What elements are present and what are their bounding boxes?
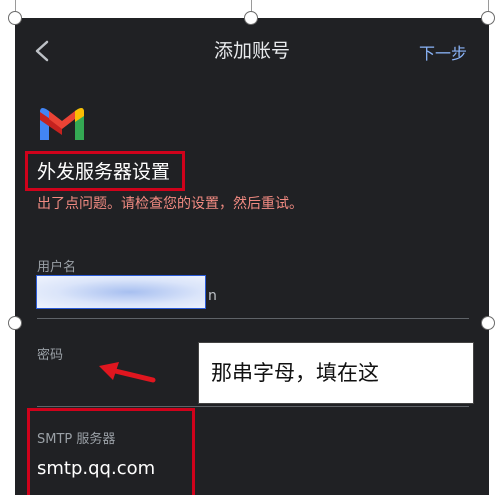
username-label: 用户名 — [37, 260, 77, 275]
phone-screen: 添加账号 下一步 外发服务器设置 出了点问题。请检查您的设置，然后重试。 用户名… — [15, 18, 489, 495]
smtp-server-label: SMTP 服务器 — [37, 432, 116, 447]
gmail-logo-icon — [40, 108, 84, 140]
username-redaction — [36, 275, 206, 309]
annotation-callout: 那串字母，填在这 — [198, 342, 474, 404]
password-divider — [37, 406, 469, 407]
error-message: 出了点问题。请检查您的设置，然后重试。 — [37, 196, 303, 212]
resize-handle-top-right[interactable] — [481, 11, 495, 25]
resize-handle-top-left[interactable] — [8, 11, 22, 25]
password-label: 密码 — [37, 348, 64, 363]
red-arrow-icon — [99, 362, 156, 383]
nav-title: 添加账号 — [213, 40, 290, 62]
resize-handle-middle-left[interactable] — [8, 316, 22, 330]
page-title: 外发服务器设置 — [37, 161, 171, 183]
resize-handle-top-center[interactable] — [244, 11, 258, 25]
resize-handle-middle-right[interactable] — [481, 316, 495, 330]
next-button[interactable]: 下一步 — [419, 40, 467, 64]
smtp-server-field[interactable]: smtp.qq.com — [37, 458, 155, 479]
smtp-highlight — [27, 408, 195, 495]
username-divider — [37, 318, 469, 319]
navigation-bar: 添加账号 下一步 — [15, 18, 489, 82]
username-field[interactable]: n — [208, 288, 217, 304]
